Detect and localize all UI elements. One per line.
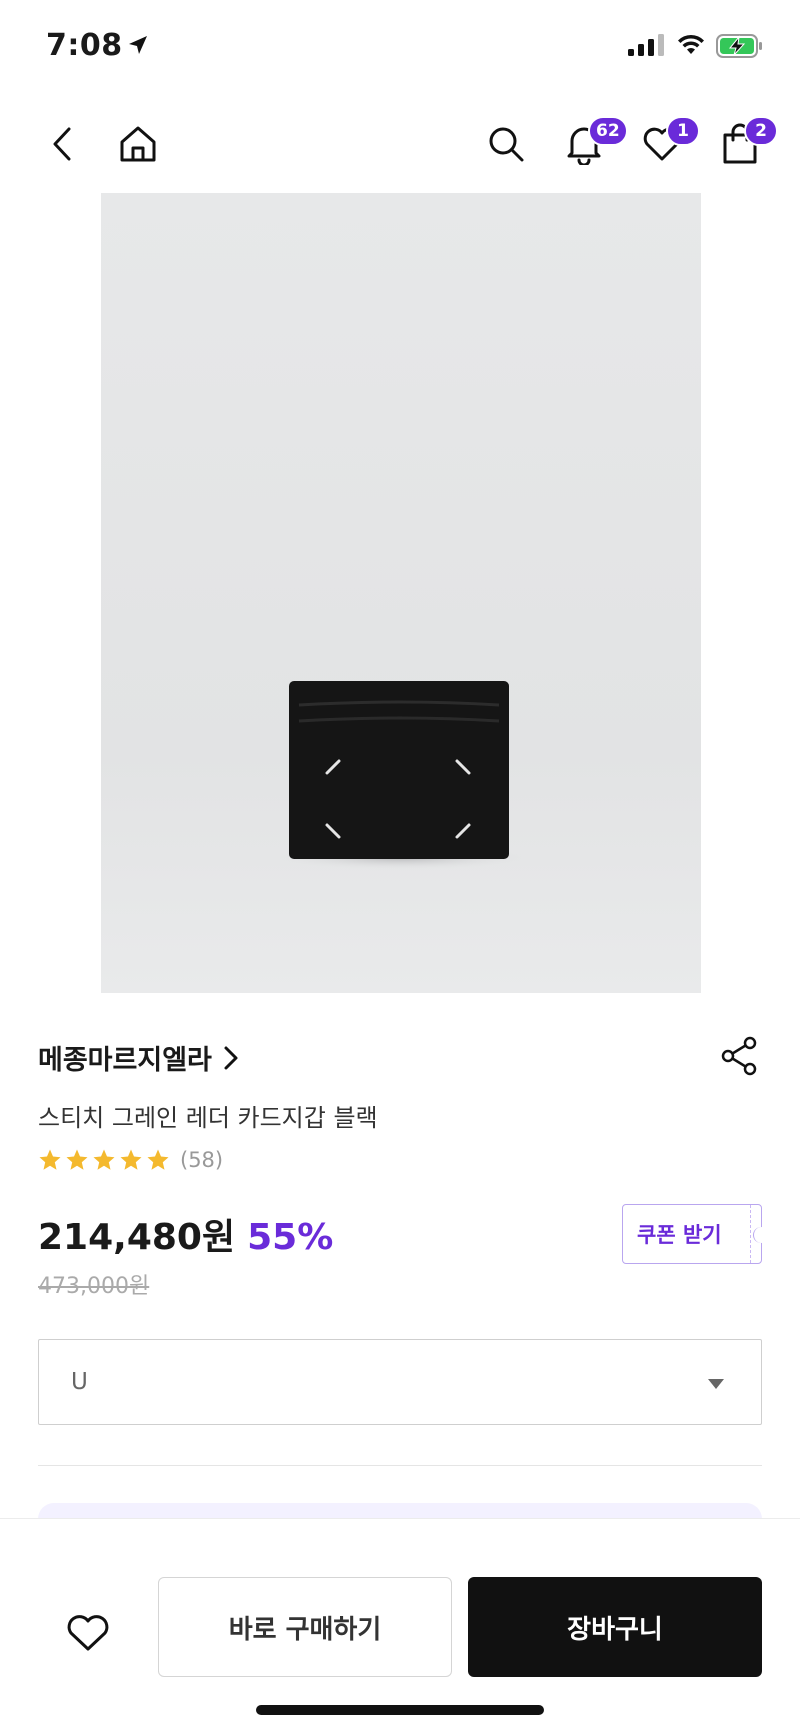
- back-button[interactable]: [38, 120, 86, 168]
- brand-name: 메종마르지엘라: [38, 1045, 212, 1076]
- heart-icon: [67, 1615, 109, 1651]
- cart-button[interactable]: 2: [716, 116, 778, 168]
- original-price: 473,000원: [38, 1274, 150, 1299]
- buy-now-button[interactable]: 바로 구매하기: [158, 1577, 452, 1677]
- notifications-button[interactable]: 62: [560, 116, 628, 168]
- wishlist-toggle-button[interactable]: [58, 1603, 118, 1663]
- share-icon[interactable]: [718, 1034, 762, 1078]
- price-row: 214,480원 55%: [38, 1208, 333, 1260]
- chevron-left-icon: [53, 127, 71, 161]
- review-count: (58): [180, 1148, 224, 1172]
- wifi-icon: [678, 34, 704, 54]
- wishlist-button[interactable]: 1: [638, 116, 700, 168]
- star-icon: [147, 1149, 169, 1170]
- search-button[interactable]: [482, 120, 530, 168]
- rating-row[interactable]: (58): [38, 1148, 223, 1172]
- star-icon: [93, 1149, 115, 1170]
- product-image[interactable]: 2 / 2: [101, 193, 701, 993]
- section-divider: [38, 1465, 762, 1466]
- battery-charging-icon: [716, 34, 762, 58]
- star-icon: [66, 1149, 88, 1170]
- bottom-action-bar: 바로 구매하기 장바구니: [0, 1518, 800, 1732]
- add-to-cart-button[interactable]: 장바구니: [468, 1577, 762, 1677]
- wishlist-badge: 1: [666, 116, 700, 146]
- cart-badge: 2: [744, 116, 778, 146]
- search-icon: [489, 127, 524, 162]
- chevron-right-icon: [224, 1046, 238, 1069]
- location-arrow-icon: [129, 36, 147, 54]
- status-bar: 7:08: [0, 0, 800, 100]
- sale-price: 214,480원: [38, 1217, 236, 1258]
- coupon-label: 쿠폰 받기: [637, 1223, 722, 1247]
- coupon-button[interactable]: 쿠폰 받기: [622, 1204, 769, 1264]
- star-rating: [38, 1148, 170, 1172]
- top-navigation: 62 1 2: [0, 112, 800, 176]
- home-button[interactable]: [114, 120, 162, 168]
- status-time: 7:08: [46, 28, 123, 63]
- card-wallet-image: [271, 681, 531, 870]
- coupon-notch: [753, 1227, 769, 1243]
- product-title: 스티치 그레인 레더 카드지갑 블랙: [38, 1104, 378, 1132]
- brand-link[interactable]: 메종마르지엘라: [38, 1038, 240, 1077]
- cellular-signal-icon: [628, 34, 664, 56]
- home-indicator[interactable]: [256, 1705, 544, 1715]
- star-icon: [120, 1149, 142, 1170]
- option-selected-value: U: [71, 1369, 88, 1395]
- caret-down-icon: [708, 1379, 724, 1389]
- discount-rate: 55%: [247, 1217, 334, 1258]
- notifications-badge: 62: [588, 116, 628, 146]
- option-select[interactable]: U: [38, 1339, 762, 1425]
- coupon-perforation: [750, 1205, 751, 1263]
- star-icon: [39, 1149, 61, 1170]
- home-icon: [120, 126, 156, 162]
